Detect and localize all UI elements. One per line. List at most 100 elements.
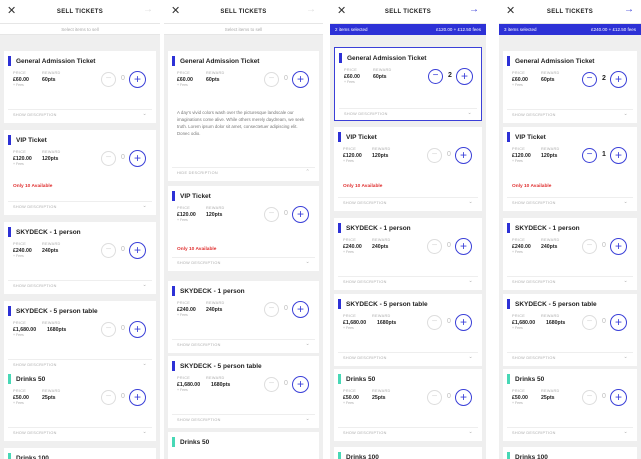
decrease-quantity-button[interactable]: −: [427, 390, 442, 405]
show-description-toggle[interactable]: SHOW DESCRIPTION ⌄: [8, 280, 152, 293]
hide-description-toggle[interactable]: HIDE DESCRIPTION ⌃: [172, 167, 315, 180]
increase-quantity-button[interactable]: +: [456, 68, 473, 85]
show-description-toggle[interactable]: SHOW DESCRIPTION ⌄: [8, 427, 152, 440]
availability-warning: Only 10 Available: [13, 184, 53, 189]
chevron-down-icon: ⌄: [142, 361, 147, 367]
ticket-name: Drinks 50: [168, 432, 319, 447]
increase-quantity-button[interactable]: +: [292, 376, 309, 393]
decrease-quantity-button[interactable]: −: [582, 315, 597, 330]
decrease-quantity-button[interactable]: −: [582, 239, 597, 254]
decrease-quantity-button[interactable]: −: [101, 322, 116, 337]
close-icon[interactable]: ✕: [506, 4, 515, 17]
decrease-quantity-button[interactable]: −: [582, 148, 597, 163]
reward-label: REWARD: [42, 242, 61, 246]
show-description-toggle[interactable]: SHOW DESCRIPTION ⌄: [8, 109, 152, 122]
decrease-quantity-button[interactable]: −: [428, 69, 443, 84]
increase-quantity-button[interactable]: +: [610, 71, 627, 88]
next-arrow-icon[interactable]: →: [306, 4, 316, 15]
price-label: PRICE: [177, 301, 191, 305]
show-description-toggle[interactable]: SHOW DESCRIPTION ⌄: [338, 197, 478, 210]
quantity-value: 0: [121, 246, 125, 253]
availability-warning: Only 10 Available: [343, 184, 383, 189]
ticket-name: Drinks 100: [334, 447, 482, 459]
increase-quantity-button[interactable]: +: [292, 206, 309, 223]
quantity-value: 0: [447, 393, 451, 400]
decrease-quantity-button[interactable]: −: [427, 148, 442, 163]
ticket-reward: 60pts: [541, 77, 555, 83]
ticket-card: SKYDECK - 5 person table PRICE REWARD £1,68…: [168, 356, 319, 428]
show-description-toggle[interactable]: SHOW DESCRIPTION ⌄: [338, 352, 478, 365]
show-description-toggle[interactable]: SHOW DESCRIPTION ⌄: [172, 257, 315, 270]
show-description-toggle[interactable]: SHOW DESCRIPTION ⌄: [507, 352, 633, 365]
ticket-card: General Admission Ticket PRICE REWARD £60.0…: [503, 51, 637, 123]
decrease-quantity-button[interactable]: −: [582, 72, 597, 87]
fees-note: + Fees: [13, 162, 24, 166]
increase-quantity-button[interactable]: +: [455, 238, 472, 255]
chevron-down-icon: ⌄: [142, 429, 147, 435]
increase-quantity-button[interactable]: +: [129, 242, 146, 259]
increase-quantity-button[interactable]: +: [610, 314, 627, 331]
selection-total: £120.00 + £12.50 fees: [436, 27, 481, 32]
decrease-quantity-button[interactable]: −: [264, 377, 279, 392]
chevron-down-icon: ⌄: [142, 203, 147, 209]
fees-note: + Fees: [177, 218, 188, 222]
increase-quantity-button[interactable]: +: [129, 321, 146, 338]
decrease-quantity-button[interactable]: −: [101, 151, 116, 166]
reward-label: REWARD: [372, 147, 391, 151]
close-icon[interactable]: ✕: [7, 4, 16, 17]
chevron-down-icon: ⌄: [468, 429, 473, 435]
show-description-toggle[interactable]: SHOW DESCRIPTION ⌄: [507, 427, 633, 440]
show-description-toggle[interactable]: SHOW DESCRIPTION ⌄: [338, 427, 478, 440]
show-description-toggle[interactable]: SHOW DESCRIPTION ⌄: [507, 197, 633, 210]
increase-quantity-button[interactable]: +: [129, 389, 146, 406]
reward-label: REWARD: [206, 71, 225, 75]
quantity-value: 0: [121, 75, 125, 82]
reward-label: REWARD: [206, 376, 225, 380]
decrease-quantity-button[interactable]: −: [101, 390, 116, 405]
decrease-quantity-button[interactable]: −: [101, 243, 116, 258]
show-description-toggle[interactable]: SHOW DESCRIPTION ⌄: [339, 108, 477, 121]
show-description-toggle[interactable]: SHOW DESCRIPTION ⌄: [172, 339, 315, 352]
ticket-name: SKYDECK - 5 person table: [334, 294, 482, 309]
selection-bar: 3 items selected £240.00 + £12.50 fees: [499, 24, 641, 35]
next-arrow-icon[interactable]: →: [624, 4, 634, 15]
ticket-pricing-row: PRICE REWARD £1,680.00 1680pts + Fees −0 +: [334, 312, 482, 338]
decrease-quantity-button[interactable]: −: [582, 390, 597, 405]
increase-quantity-button[interactable]: +: [455, 147, 472, 164]
decrease-quantity-button[interactable]: −: [101, 72, 116, 87]
decrease-quantity-button[interactable]: −: [427, 239, 442, 254]
close-icon[interactable]: ✕: [337, 4, 346, 17]
close-icon[interactable]: ✕: [171, 4, 180, 17]
ticket-reward: 25pts: [372, 395, 386, 401]
next-arrow-icon[interactable]: →: [469, 4, 479, 15]
increase-quantity-button[interactable]: +: [292, 71, 309, 88]
decrease-quantity-button[interactable]: −: [427, 315, 442, 330]
increase-quantity-button[interactable]: +: [129, 71, 146, 88]
show-description-toggle[interactable]: SHOW DESCRIPTION ⌄: [507, 109, 633, 122]
increase-quantity-button[interactable]: +: [455, 389, 472, 406]
ticket-name: VIP Ticket: [334, 127, 482, 142]
price-label: PRICE: [512, 314, 526, 318]
chevron-down-icon: ⌄: [305, 259, 310, 265]
reward-label: REWARD: [206, 206, 225, 210]
increase-quantity-button[interactable]: +: [610, 147, 627, 164]
decrease-quantity-button[interactable]: −: [264, 72, 279, 87]
show-description-toggle[interactable]: SHOW DESCRIPTION ⌄: [172, 414, 315, 427]
chevron-down-icon: ⌄: [623, 111, 628, 117]
increase-quantity-button[interactable]: +: [292, 301, 309, 318]
decrease-quantity-button[interactable]: −: [264, 302, 279, 317]
decrease-quantity-button[interactable]: −: [264, 207, 279, 222]
selection-count: 3 items selected: [504, 27, 537, 32]
increase-quantity-button[interactable]: +: [129, 150, 146, 167]
price-label: PRICE: [343, 314, 357, 318]
next-arrow-icon[interactable]: →: [143, 4, 153, 15]
increase-quantity-button[interactable]: +: [610, 389, 627, 406]
show-description-toggle[interactable]: SHOW DESCRIPTION ⌄: [507, 276, 633, 289]
quantity-value: 0: [284, 210, 288, 217]
app-header: ✕ SELL TICKETS →: [499, 0, 641, 24]
app-header: ✕ SELL TICKETS →: [164, 0, 323, 24]
increase-quantity-button[interactable]: +: [455, 314, 472, 331]
increase-quantity-button[interactable]: +: [610, 238, 627, 255]
show-description-toggle[interactable]: SHOW DESCRIPTION ⌄: [8, 201, 152, 214]
show-description-toggle[interactable]: SHOW DESCRIPTION ⌄: [338, 276, 478, 289]
